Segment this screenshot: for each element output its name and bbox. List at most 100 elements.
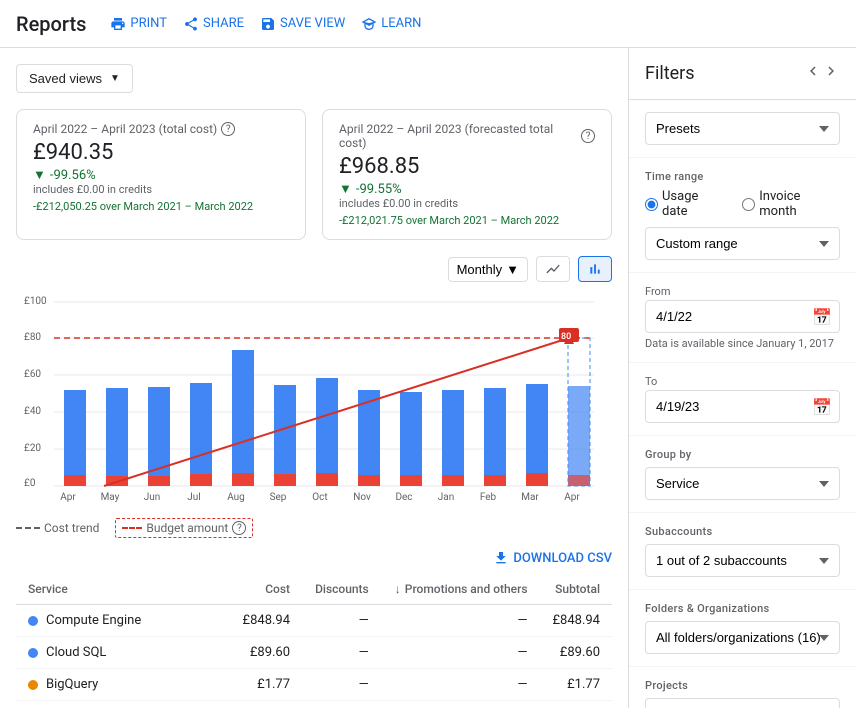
date-hint: Data is available since January 1, 2017: [645, 337, 840, 350]
chart-svg: £100 £80 £60 £40 £20 £0: [16, 290, 612, 510]
to-date-input[interactable]: [645, 390, 840, 423]
to-section: To 📅: [629, 363, 856, 436]
svg-text:Jan: Jan: [438, 492, 454, 503]
summary-card-forecasted: April 2022 – April 2023 (forecasted tota…: [322, 109, 612, 240]
subaccounts-label: Subaccounts: [645, 525, 840, 538]
presets-select[interactable]: Presets: [645, 112, 840, 145]
cell-promotions-0: —: [381, 605, 540, 637]
filters-header: Filters: [629, 48, 856, 100]
card-amount-total: £940.35: [33, 140, 289, 165]
bar-chart-btn[interactable]: [578, 256, 612, 282]
help-icon-total[interactable]: ?: [221, 122, 235, 136]
help-icon-budget[interactable]: ?: [232, 521, 246, 535]
summary-card-total: April 2022 – April 2023 (total cost) ? £…: [16, 109, 306, 240]
filters-panel: Filters Presets Time range Usage date: [628, 48, 856, 708]
table-row: Cloud Storage £0.02 — — £0.02: [16, 701, 612, 708]
svg-text:Jun: Jun: [144, 492, 161, 503]
subaccounts-select[interactable]: 1 out of 2 subaccounts: [645, 544, 840, 577]
line-chart-icon: [545, 261, 561, 277]
svg-text:£20: £20: [24, 443, 41, 454]
card-over-forecasted: -£212,021.75 over March 2021 – March 202…: [339, 214, 595, 227]
cost-trend-line: [16, 527, 40, 529]
sort-icon[interactable]: ↓: [395, 582, 401, 596]
svg-text:Apr: Apr: [564, 492, 580, 503]
cell-discounts-1: —: [302, 637, 381, 669]
collapse-filters-icon[interactable]: [804, 62, 840, 85]
help-icon-forecasted[interactable]: ?: [581, 129, 595, 143]
line-chart-btn[interactable]: [536, 256, 570, 282]
calendar-icon-from[interactable]: 📅: [812, 307, 832, 326]
service-color-dot: [28, 616, 38, 626]
svg-text:May: May: [101, 492, 120, 503]
cell-cost-2: £1.77: [230, 669, 302, 701]
legend-cost-trend: Cost trend: [16, 521, 99, 535]
table-row: Cloud SQL £89.60 — — £89.60: [16, 637, 612, 669]
saved-views-row: Saved views ▼: [16, 64, 612, 93]
cell-subtotal-2: £1.77: [540, 669, 612, 701]
time-range-section: Time range Usage date Invoice month Cust…: [629, 158, 856, 273]
chevron-down-icon-monthly: ▼: [506, 262, 519, 277]
monthly-dropdown[interactable]: Monthly ▼: [448, 257, 528, 282]
svg-text:Feb: Feb: [480, 492, 497, 503]
download-csv-button[interactable]: DOWNLOAD CSV: [493, 550, 612, 566]
card-period-forecasted: April 2022 – April 2023 (forecasted tota…: [339, 122, 595, 150]
share-icon: [183, 16, 199, 32]
budget-line: [122, 527, 142, 529]
summary-cards: April 2022 – April 2023 (total cost) ? £…: [16, 109, 612, 240]
time-range-radio-group: Usage date Invoice month: [645, 189, 840, 219]
download-row: DOWNLOAD CSV: [16, 550, 612, 566]
col-discounts: Discounts: [302, 574, 381, 605]
svg-text:£60: £60: [24, 369, 41, 380]
header-actions: PRINT SHARE SAVE VIEW LEARN: [110, 16, 421, 32]
cell-discounts-3: —: [302, 701, 381, 708]
chart-controls-inner: Monthly ▼: [448, 256, 612, 282]
calendar-icon-to[interactable]: 📅: [812, 397, 832, 416]
from-date-input[interactable]: [645, 300, 840, 333]
folders-section: Folders & Organizations All folders/orga…: [629, 590, 856, 667]
group-by-select[interactable]: Service: [645, 467, 840, 500]
time-range-label: Time range: [645, 170, 840, 183]
card-change-forecasted: ▼ -99.55%: [339, 181, 595, 197]
projects-label: Projects: [645, 679, 840, 692]
learn-icon: [361, 16, 377, 32]
cell-promotions-3: —: [381, 701, 540, 708]
svg-text:Sep: Sep: [270, 492, 287, 503]
svg-text:Jul: Jul: [187, 492, 200, 503]
from-to-section: From 📅 Data is available since January 1…: [629, 273, 856, 363]
svg-text:Mar: Mar: [521, 492, 539, 503]
saved-views-dropdown[interactable]: Saved views ▼: [16, 64, 133, 93]
print-button[interactable]: PRINT: [110, 16, 167, 32]
learn-button[interactable]: LEARN: [361, 16, 421, 32]
cell-subtotal-0: £848.94: [540, 605, 612, 637]
subaccounts-section: Subaccounts 1 out of 2 subaccounts: [629, 513, 856, 590]
cell-cost-0: £848.94: [230, 605, 302, 637]
folders-select[interactable]: All folders/organizations (16): [645, 621, 840, 654]
svg-text:80: 80: [561, 332, 571, 342]
chart-legend: Cost trend Budget amount ?: [16, 518, 612, 538]
cell-discounts-2: —: [302, 669, 381, 701]
col-service: Service: [16, 574, 230, 605]
content-area: Saved views ▼ April 2022 – April 2023 (t…: [0, 48, 628, 708]
legend-budget-amount: Budget amount ?: [115, 518, 253, 538]
svg-text:Aug: Aug: [227, 492, 245, 503]
invoice-month-radio[interactable]: Invoice month: [742, 189, 840, 219]
to-date-wrap: 📅: [645, 390, 840, 423]
card-includes-total: includes £0.00 in credits: [33, 183, 289, 196]
service-color-dot: [28, 648, 38, 658]
cell-subtotal-3: £0.02: [540, 701, 612, 708]
custom-range-select[interactable]: Custom range: [645, 227, 840, 260]
data-table: Service Cost Discounts ↓ Promotions and …: [16, 574, 612, 708]
card-over-total: -£212,050.25 over March 2021 – March 202…: [33, 200, 289, 213]
cell-service-3: Cloud Storage: [16, 701, 230, 708]
usage-date-radio[interactable]: Usage date: [645, 189, 726, 219]
save-icon: [260, 16, 276, 32]
share-button[interactable]: SHARE: [183, 16, 244, 32]
chevron-down-icon: ▼: [110, 73, 120, 84]
folders-label: Folders & Organizations: [645, 602, 840, 615]
print-icon: [110, 16, 126, 32]
save-view-button[interactable]: SAVE VIEW: [260, 16, 345, 32]
to-label: To: [645, 375, 840, 388]
projects-select[interactable]: All projects (22): [645, 698, 840, 708]
table-body: Compute Engine £848.94 — — £848.94 Cloud…: [16, 605, 612, 708]
from-label: From: [645, 285, 840, 298]
